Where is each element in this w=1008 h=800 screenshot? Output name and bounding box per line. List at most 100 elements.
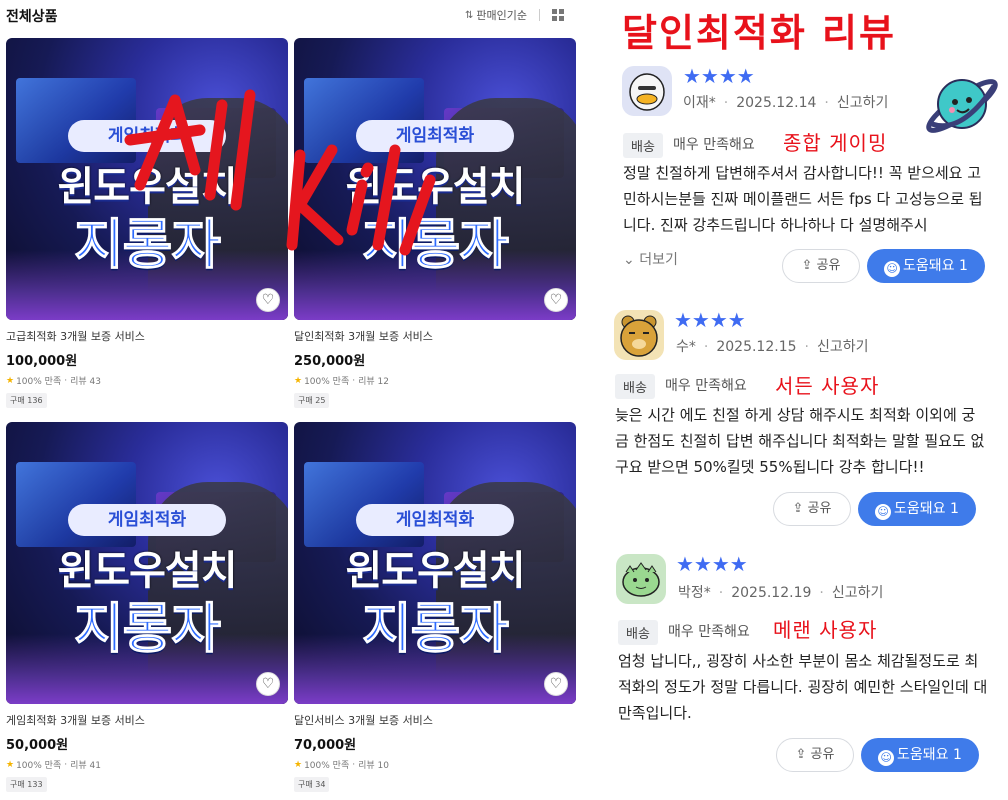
smile-icon: ☺	[875, 504, 892, 520]
product-card[interactable]: 게임최적화 윈도우설치 지롱자 ♡ 게임최적화 3개월 보증 서비스 50,00…	[6, 422, 288, 792]
product-meta: ★ 100% 만족 · 리뷰 41	[6, 759, 101, 772]
star-icon: ★	[6, 375, 15, 386]
product-thumbnail[interactable]: 게임최적화 윈도우설치 지롱자 ♡	[6, 38, 288, 320]
sales-badge: 구매 25	[294, 393, 330, 408]
more-toggle[interactable]: ⌄ 더보기	[623, 249, 678, 269]
thumbnail-line2: 지롱자	[361, 597, 509, 661]
satisfaction: 100% 만족	[16, 761, 62, 771]
review-text: 정말 친절하게 답변해주셔서 감사합니다!! 꼭 받으세요 고민하시는분들 진짜…	[623, 164, 983, 234]
review-date: 2025.12.15	[716, 339, 797, 355]
thumbnail-line2: 지롱자	[73, 597, 221, 661]
grid-title: 전체상품	[6, 9, 58, 25]
product-thumbnail[interactable]: 게임최적화 윈도우설치 지롱자 ♡	[294, 38, 576, 320]
review-count: 리뷰 12	[358, 377, 389, 387]
planet-sticker-icon	[926, 79, 998, 133]
product-thumbnail[interactable]: 게임최적화 윈도우설치 지롱자 ♡	[6, 422, 288, 704]
delivery-tag: 배송	[618, 620, 658, 645]
review-count: 리뷰 43	[70, 377, 101, 387]
review-date: 2025.12.14	[736, 95, 817, 111]
avatar	[614, 310, 664, 360]
report-link[interactable]: 신고하기	[837, 95, 889, 111]
review-meta: 이재* · 2025.12.14 · 신고하기	[683, 95, 889, 111]
review-text: 늦은 시간 에도 친절 하게 상담 해주시도 최적화 이외에 궁금 한점도 친절…	[615, 406, 985, 476]
star-icon: ★	[294, 375, 303, 386]
heart-icon[interactable]: ♡	[544, 672, 568, 696]
satisfaction-text: 매우 만족해요	[668, 624, 750, 640]
author-name: 박정*	[678, 585, 711, 601]
satisfaction: 100% 만족	[304, 377, 350, 387]
handwritten-note: 서든 사용자	[775, 374, 880, 398]
product-card[interactable]: 게임최적화 윈도우설치 지롱자 ♡ 고급최적화 3개월 보증 서비스 100,0…	[6, 38, 288, 408]
product-meta: ★ 100% 만족 · 리뷰 10	[294, 759, 389, 772]
review-date: 2025.12.19	[731, 585, 812, 601]
sales-badge: 구매 133	[6, 777, 47, 792]
satisfaction-text: 매우 만족해요	[673, 137, 755, 153]
smile-icon: ☺	[884, 261, 901, 277]
review-count: 리뷰 41	[70, 761, 101, 771]
panel-title: 달인최적화 리뷰	[622, 11, 896, 55]
product-name[interactable]: 게임최적화 3개월 보증 서비스	[6, 712, 288, 728]
share-button[interactable]: ⇪ 공유	[776, 738, 854, 772]
share-icon: ⇪	[792, 501, 808, 516]
handwritten-note: 메랜 사용자	[773, 618, 878, 642]
sort-controls: ⇅ 판매인기순	[465, 7, 564, 23]
avatar	[622, 66, 672, 116]
product-name[interactable]: 고급최적화 3개월 보증 서비스	[6, 328, 288, 344]
product-price: 50,000원	[6, 738, 69, 753]
product-grid-section: 전체상품 ⇅ 판매인기순 게임최적화 윈도우설치 지롱자 ♡ 고급최적화 3개월…	[0, 0, 580, 800]
report-link[interactable]: 신고하기	[817, 339, 869, 355]
heart-icon[interactable]: ♡	[544, 288, 568, 312]
delivery-tag: 배송	[623, 133, 663, 158]
thumbnail-badge: 게임최적화	[68, 504, 226, 536]
star-icon: ★	[294, 759, 303, 770]
chevron-down-icon: ⌄	[623, 252, 640, 268]
share-button[interactable]: ⇪ 공유	[782, 249, 860, 283]
sales-badge: 구매 34	[294, 777, 330, 792]
product-name[interactable]: 달인최적화 3개월 보증 서비스	[294, 328, 576, 344]
thumbnail-badge: 게임최적화	[356, 504, 514, 536]
grid-header: 전체상품 ⇅ 판매인기순	[6, 4, 574, 28]
product-card[interactable]: 게임최적화 윈도우설치 지롱자 ♡ 달인최적화 3개월 보증 서비스 250,0…	[294, 38, 576, 408]
product-thumbnail[interactable]: 게임최적화 윈도우설치 지롱자 ♡	[294, 422, 576, 704]
satisfaction: 100% 만족	[304, 761, 350, 771]
handwritten-note: 종합 게이밍	[783, 131, 888, 155]
review-meta: 박정* · 2025.12.19 · 신고하기	[678, 585, 884, 601]
helpful-button[interactable]: ☺ 도움돼요 1	[867, 249, 985, 283]
thumbnail-badge: 게임최적화	[68, 120, 226, 152]
delivery-tag: 배송	[615, 374, 655, 399]
product-price: 250,000원	[294, 354, 366, 369]
product-meta: ★ 100% 만족 · 리뷰 43	[6, 375, 101, 388]
review-meta: 수* · 2025.12.15 · 신고하기	[676, 339, 869, 355]
heart-icon[interactable]: ♡	[256, 288, 280, 312]
share-icon: ⇪	[801, 258, 817, 273]
helpful-button[interactable]: ☺ 도움돼요 1	[858, 492, 976, 526]
product-meta: ★ 100% 만족 · 리뷰 12	[294, 375, 389, 388]
sort-dropdown[interactable]: 판매인기순	[476, 7, 527, 23]
review-count: 리뷰 10	[358, 761, 389, 771]
thumbnail-line2: 지롱자	[361, 213, 509, 277]
avatar	[616, 554, 666, 604]
product-price: 70,000원	[294, 738, 357, 753]
satisfaction: 100% 만족	[16, 377, 62, 387]
divider	[539, 9, 540, 21]
thumbnail-line2: 지롱자	[73, 213, 221, 277]
satisfaction-text: 매우 만족해요	[665, 378, 747, 394]
grid-view-icon[interactable]	[552, 9, 564, 21]
thumbnail-badge: 게임최적화	[356, 120, 514, 152]
product-name[interactable]: 달인서비스 3개월 보증 서비스	[294, 712, 576, 728]
review-panel: 달인최적화 리뷰 ★★★★ 이재* · 2025.12.14 · 신고하기 배송 매우 …	[590, 0, 1008, 800]
rating-stars: ★★★★	[674, 308, 746, 332]
author-name: 이재*	[683, 95, 716, 111]
heart-icon[interactable]: ♡	[256, 672, 280, 696]
product-price: 100,000원	[6, 354, 78, 369]
product-card[interactable]: 게임최적화 윈도우설치 지롱자 ♡ 달인서비스 3개월 보증 서비스 70,00…	[294, 422, 576, 792]
share-button[interactable]: ⇪ 공유	[773, 492, 851, 526]
review-text: 엄청 납니다,, 굉장히 사소한 부분이 몸소 체감될정도로 최적화의 정도가 …	[618, 652, 988, 722]
rating-stars: ★★★★	[683, 64, 755, 88]
report-link[interactable]: 신고하기	[832, 585, 884, 601]
star-icon: ★	[6, 759, 15, 770]
sort-icon[interactable]: ⇅	[465, 10, 473, 21]
sales-badge: 구매 136	[6, 393, 47, 408]
smile-icon: ☺	[878, 750, 895, 766]
helpful-button[interactable]: ☺ 도움돼요 1	[861, 738, 979, 772]
